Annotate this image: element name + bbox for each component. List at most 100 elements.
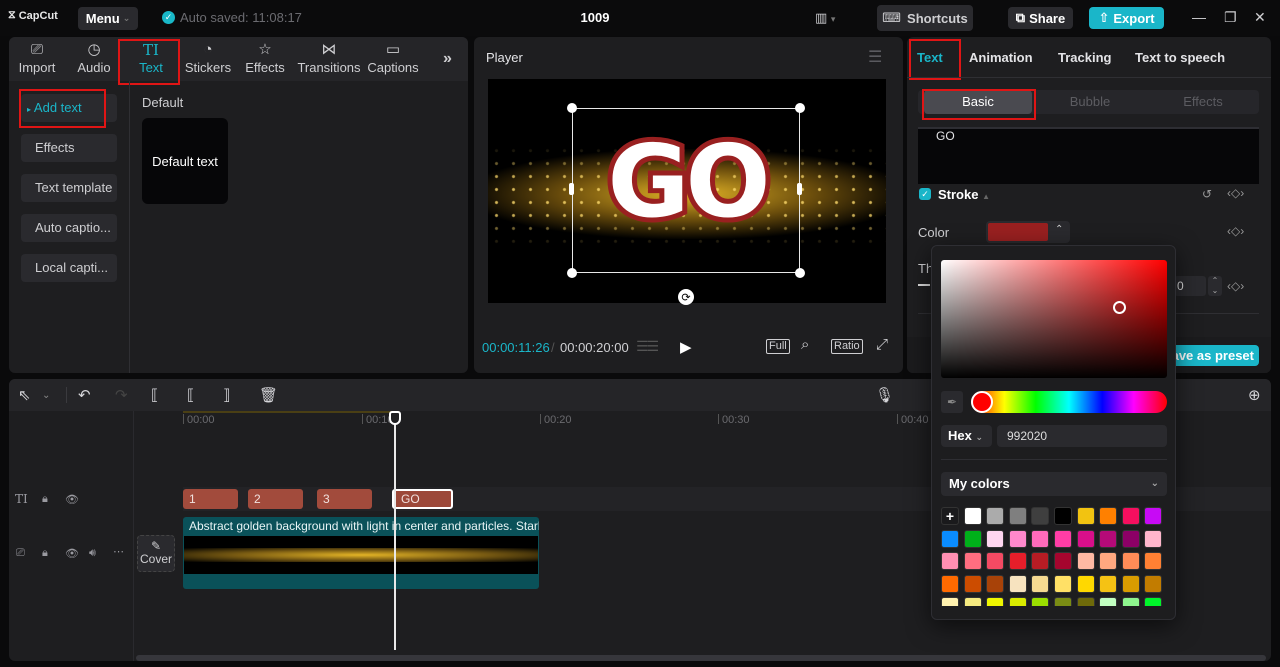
color-swatch[interactable] — [986, 507, 1005, 525]
color-swatch[interactable] — [1121, 507, 1140, 525]
thickness-input[interactable]: 0 — [1174, 276, 1206, 296]
close-button[interactable]: ✕ — [1254, 9, 1266, 26]
minimize-button[interactable]: — — [1192, 9, 1206, 25]
undo-icon[interactable]: ↶ — [78, 386, 91, 404]
split-icon[interactable]: ⟦ — [151, 386, 158, 404]
export-button[interactable]: ⇧ Export — [1089, 7, 1164, 29]
sidebar-item-local-captions[interactable]: Local capti... — [21, 254, 117, 282]
color-swatch[interactable] — [1144, 507, 1163, 525]
color-swatch[interactable] — [1099, 574, 1118, 593]
tab-text-to-speech[interactable]: Text to speech — [1135, 50, 1225, 65]
color-swatch[interactable] — [1053, 552, 1072, 570]
color-swatch[interactable] — [963, 529, 982, 548]
color-swatch[interactable] — [941, 597, 959, 606]
caret-up-icon[interactable]: ▲ — [982, 192, 990, 201]
split-left-icon[interactable]: ⟦ — [187, 386, 194, 404]
rotate-icon[interactable]: ⟳ — [678, 289, 694, 305]
microphone-icon[interactable]: 🎙 — [875, 386, 894, 404]
keyframe-nav[interactable]: ‹◇› — [1227, 224, 1244, 238]
color-swatch[interactable] — [1053, 507, 1072, 525]
text-clip[interactable]: 3 — [317, 489, 372, 509]
stroke-color-swatch[interactable] — [988, 223, 1048, 241]
color-swatch[interactable] — [1121, 574, 1140, 593]
text-clip[interactable]: 1 — [183, 489, 238, 509]
split-right-icon[interactable]: ⟧ — [223, 386, 230, 404]
color-swatch[interactable] — [1008, 552, 1027, 570]
color-swatch[interactable] — [963, 552, 982, 570]
tab-effects[interactable]: ☆ Effects — [237, 40, 293, 80]
eyedropper-icon[interactable]: ✒ — [941, 391, 963, 413]
tab-tracking[interactable]: Tracking — [1058, 50, 1111, 65]
text-clip[interactable]: 2 — [248, 489, 303, 509]
color-swatch[interactable] — [1076, 552, 1095, 570]
zoom-fit-icon[interactable]: ⌕ — [801, 336, 809, 353]
color-swatch[interactable] — [963, 507, 982, 525]
resize-handle[interactable] — [795, 268, 805, 278]
hex-input[interactable] — [997, 425, 1167, 447]
color-swatch[interactable] — [986, 529, 1005, 548]
more-options-icon[interactable]: ⋯ — [113, 545, 124, 558]
color-swatch[interactable] — [963, 574, 982, 593]
save-as-preset-button[interactable]: ave as preset — [1165, 345, 1259, 366]
cover-button[interactable]: ✎ Cover — [137, 535, 175, 572]
color-swatch[interactable] — [1076, 597, 1095, 606]
default-text-card[interactable]: Default text — [142, 118, 228, 204]
color-swatch[interactable] — [1099, 552, 1118, 570]
tab-transitions[interactable]: ⋈ Transitions — [296, 40, 362, 80]
color-swatch[interactable] — [986, 552, 1005, 570]
my-colors-dropdown[interactable]: My colors ⌄ — [941, 472, 1167, 496]
color-swatch[interactable] — [1008, 574, 1027, 593]
share-button[interactable]: ⧉ Share — [1008, 7, 1073, 29]
color-swatch[interactable] — [1008, 529, 1027, 548]
side-handle[interactable] — [797, 183, 802, 195]
shortcuts-button[interactable]: ⌨ Shortcuts — [877, 5, 973, 31]
more-tabs-icon[interactable]: » — [443, 50, 452, 68]
layout-menu[interactable]: ▥ ▾ — [815, 10, 835, 26]
color-swatch[interactable] — [1121, 529, 1140, 548]
selection-box[interactable] — [572, 108, 800, 273]
resize-handle[interactable] — [567, 268, 577, 278]
color-swatch[interactable] — [1121, 552, 1140, 570]
delete-icon[interactable]: 🗑 — [259, 386, 278, 404]
waveform-icon[interactable]: ☰☰ — [636, 338, 659, 355]
subtab-effects[interactable]: Effects — [1148, 90, 1258, 114]
full-button[interactable]: Full — [766, 339, 790, 354]
ratio-button[interactable]: Ratio — [831, 339, 863, 354]
subtab-bubble[interactable]: Bubble — [1036, 90, 1144, 114]
select-tool-icon[interactable]: ⇖ — [18, 386, 31, 404]
saturation-knob[interactable] — [1113, 301, 1126, 314]
tab-animation[interactable]: Animation — [969, 50, 1033, 65]
tab-stickers[interactable]: ◔ Stickers — [180, 40, 236, 80]
color-swatch[interactable] — [963, 597, 982, 606]
color-swatch[interactable] — [1144, 529, 1163, 548]
color-swatch[interactable] — [941, 552, 959, 570]
text-clip-selected[interactable]: GO — [392, 489, 453, 509]
chevron-up-icon[interactable]: ⌃ — [1055, 224, 1063, 235]
color-swatch[interactable] — [941, 529, 959, 548]
color-swatch[interactable] — [1053, 529, 1072, 548]
color-swatch[interactable] — [1144, 574, 1163, 593]
zoom-in-icon[interactable]: ⊕ — [1248, 386, 1261, 404]
color-swatch[interactable] — [1053, 574, 1072, 593]
sidebar-item-effects[interactable]: Effects — [21, 134, 117, 162]
text-content-input[interactable]: GO — [918, 127, 1259, 184]
playhead[interactable] — [394, 413, 396, 650]
thickness-stepper[interactable]: ⌃ ⌄ — [1208, 276, 1222, 296]
thickness-slider[interactable] — [918, 284, 930, 286]
color-swatch[interactable] — [1099, 597, 1118, 606]
keyframe-nav[interactable]: ‹◇› — [1227, 186, 1244, 200]
redo-icon[interactable]: ↷ — [115, 386, 128, 404]
color-swatch[interactable] — [1076, 574, 1095, 593]
color-swatch[interactable] — [1008, 507, 1027, 525]
color-swatch[interactable] — [1121, 597, 1140, 606]
side-handle[interactable] — [569, 183, 574, 195]
color-swatch[interactable] — [1031, 529, 1050, 548]
keyframe-nav[interactable]: ‹◇› — [1227, 279, 1244, 293]
timeline-scrollbar[interactable] — [136, 655, 1266, 661]
color-swatch[interactable] — [1031, 574, 1050, 593]
play-button[interactable]: ▶ — [680, 338, 692, 356]
playhead-handle[interactable] — [389, 411, 401, 425]
tab-import[interactable]: ⎚ Import — [9, 40, 65, 80]
color-swatch[interactable] — [1099, 529, 1118, 548]
tab-audio[interactable]: ◷ Audio — [66, 40, 122, 80]
